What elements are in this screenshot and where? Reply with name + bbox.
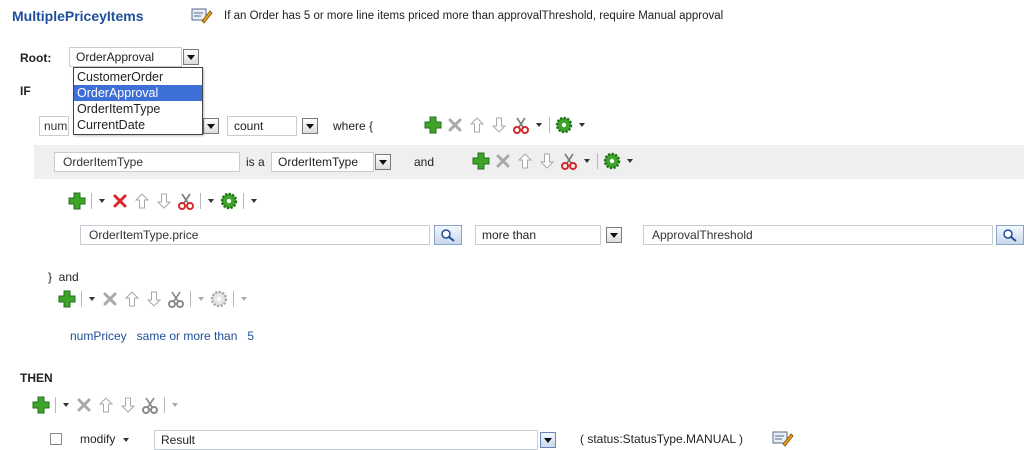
close-brace-and-text: } and <box>48 270 79 284</box>
move-down-icon[interactable] <box>488 114 510 136</box>
add-plus-icon[interactable] <box>56 288 78 310</box>
delete-x-icon[interactable] <box>492 150 514 172</box>
chevron-down-icon <box>207 123 215 129</box>
root-option[interactable]: CustomerOrder <box>74 69 202 85</box>
where-text: where { <box>333 119 374 133</box>
menu-arrow-icon[interactable] <box>247 190 261 212</box>
delete-x-icon[interactable] <box>73 394 95 416</box>
delete-x-icon[interactable] <box>99 288 121 310</box>
delete-x-icon[interactable] <box>109 190 131 212</box>
move-down-icon[interactable] <box>117 394 139 416</box>
search-icon <box>441 229 455 242</box>
root-dropdown-button[interactable] <box>183 49 199 65</box>
root-option[interactable]: CurrentDate <box>74 117 202 133</box>
aggregate-variable-dropdown[interactable] <box>203 118 219 134</box>
move-up-icon[interactable] <box>131 190 153 212</box>
root-dropdown-list: CustomerOrder OrderApproval OrderItemTyp… <box>73 67 203 135</box>
pattern-type-dropdown[interactable] <box>375 154 391 170</box>
menu-arrow-icon[interactable] <box>194 288 208 310</box>
is-a-text: is a <box>246 155 265 169</box>
condition-operator-select[interactable]: more than <box>475 225 601 245</box>
menu-arrow-icon[interactable] <box>532 114 546 136</box>
pattern-variable-field[interactable]: OrderItemType <box>54 152 240 172</box>
aggregate-function-select[interactable]: count <box>227 116 297 136</box>
move-up-icon[interactable] <box>514 150 536 172</box>
add-plus-icon[interactable] <box>66 190 88 212</box>
condition-right-search-button[interactable] <box>996 225 1024 245</box>
condition-operator-dropdown[interactable] <box>606 227 622 243</box>
settings-gear-icon[interactable] <box>208 288 230 310</box>
move-up-icon[interactable] <box>121 288 143 310</box>
pattern-type-select[interactable]: OrderItemType <box>271 152 374 172</box>
menu-arrow-icon[interactable] <box>580 150 594 172</box>
condition-left-field[interactable]: OrderItemType.price <box>80 225 430 245</box>
cut-scissors-icon[interactable] <box>165 288 187 310</box>
delete-x-icon[interactable] <box>444 114 466 136</box>
cut-scissors-icon[interactable] <box>175 190 197 212</box>
pattern-toolbar <box>470 150 637 172</box>
action-target-select[interactable]: Result <box>154 430 538 450</box>
then-toolbar <box>30 394 182 416</box>
rule-description: If an Order has 5 or more line items pri… <box>224 10 724 22</box>
settings-gear-icon[interactable] <box>218 190 240 212</box>
root-option[interactable]: OrderItemType <box>74 101 202 117</box>
menu-arrow-icon[interactable] <box>623 150 637 172</box>
add-plus-icon[interactable] <box>30 394 52 416</box>
add-plus-icon[interactable] <box>470 150 492 172</box>
aggregate-variable-field[interactable]: num <box>39 116 69 136</box>
chevron-down-icon <box>544 437 552 443</box>
chevron-down-icon <box>379 159 387 165</box>
chevron-down-icon <box>187 54 195 60</box>
menu-arrow-icon[interactable] <box>204 190 218 212</box>
aggregate-condition-text[interactable]: numPricey same or more than 5 <box>70 329 254 343</box>
menu-arrow-icon[interactable] <box>168 394 182 416</box>
menu-arrow-icon[interactable] <box>575 114 589 136</box>
settings-gear-icon[interactable] <box>601 150 623 172</box>
move-down-icon[interactable] <box>536 150 558 172</box>
and-text: and <box>414 155 435 169</box>
cut-scissors-icon[interactable] <box>510 114 532 136</box>
settings-gear-icon[interactable] <box>553 114 575 136</box>
action-checkbox[interactable] <box>50 433 62 445</box>
move-down-icon[interactable] <box>143 288 165 310</box>
chevron-down-icon <box>306 123 314 129</box>
cut-scissors-icon[interactable] <box>558 150 580 172</box>
aggregate-condition-toolbar <box>56 288 251 310</box>
move-up-icon[interactable] <box>95 394 117 416</box>
rule-name: MultiplePriceyItems <box>12 8 144 24</box>
then-label: THEN <box>20 371 53 385</box>
aggregate-toolbar <box>422 114 589 136</box>
action-verb-menu[interactable]: modify <box>80 432 129 446</box>
condition-right-field[interactable]: ApprovalThreshold <box>643 225 993 245</box>
aggregate-function-dropdown[interactable] <box>302 118 318 134</box>
search-icon <box>1003 229 1017 242</box>
edit-pencil-icon[interactable] <box>191 6 213 27</box>
move-up-icon[interactable] <box>466 114 488 136</box>
menu-arrow-icon[interactable] <box>85 288 99 310</box>
condition-left-search-button[interactable] <box>434 225 462 245</box>
cut-scissors-icon[interactable] <box>139 394 161 416</box>
chevron-down-icon <box>610 232 618 238</box>
menu-arrow-icon[interactable] <box>59 394 73 416</box>
condition-toolbar <box>66 190 261 212</box>
if-label: IF <box>20 84 31 98</box>
menu-arrow-icon[interactable] <box>237 288 251 310</box>
edit-pencil-icon[interactable] <box>772 429 794 450</box>
add-plus-icon[interactable] <box>422 114 444 136</box>
action-verb-label: modify <box>80 432 116 446</box>
root-option-selected[interactable]: OrderApproval <box>74 85 202 101</box>
menu-arrow-icon <box>122 437 129 442</box>
root-select[interactable]: OrderApproval <box>69 47 182 67</box>
menu-arrow-icon[interactable] <box>95 190 109 212</box>
move-down-icon[interactable] <box>153 190 175 212</box>
action-expression-text[interactable]: ( status:StatusType.MANUAL ) <box>580 432 743 446</box>
action-target-dropdown[interactable] <box>540 432 556 448</box>
root-label: Root: <box>20 51 52 65</box>
